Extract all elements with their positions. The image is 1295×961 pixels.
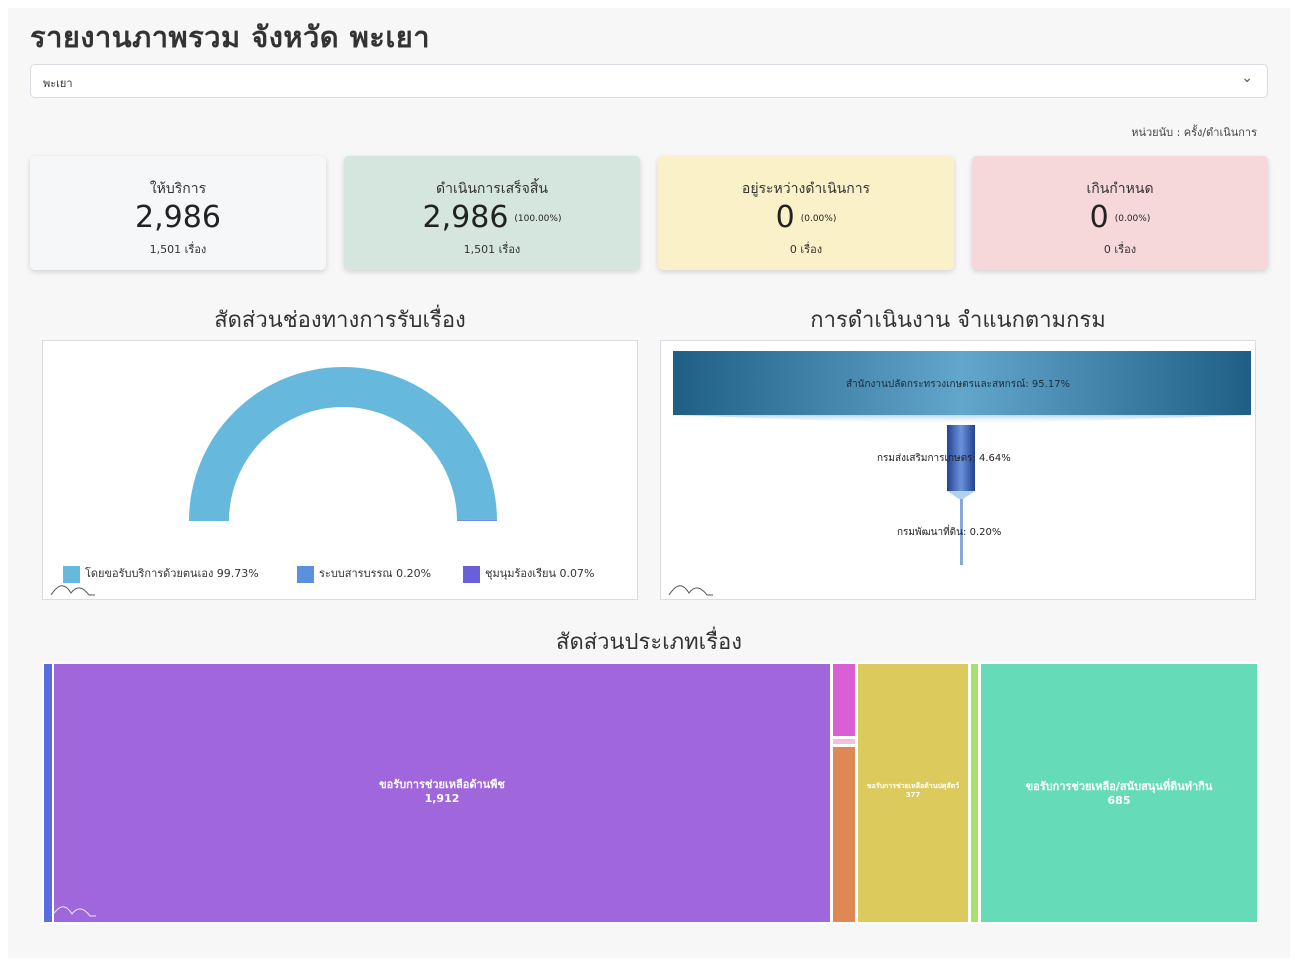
card-label: ดำเนินการเสร็จสิ้น [436, 181, 548, 197]
legend-item[interactable]: ชุมนุมร้องเรียน 0.07% [463, 565, 594, 583]
funnel-label-2: กรมส่งเสริมการเกษตร: 4.64% [877, 453, 1011, 464]
card-label: เกินกำหนด [1086, 181, 1154, 197]
page-title: รายงานภาพรวม จังหวัด พะเยา [30, 20, 431, 54]
card-overdue: เกินกำหนด 0 (0.00%) 0 เรื่อง [972, 156, 1268, 270]
legend-item[interactable]: ระบบสารบรรณ 0.20% [297, 565, 431, 583]
channel-chart-title: สัดส่วนช่องทางการรับเรื่อง [214, 308, 466, 333]
province-select-value: พะเยา [43, 77, 73, 90]
chart-logo-icon [51, 906, 96, 917]
chevron-down-icon: ⌄ [1241, 70, 1253, 86]
card-value: 0 (0.00%) [775, 200, 837, 235]
card-percent: (0.00%) [1114, 213, 1151, 224]
card-label: ให้บริการ [149, 181, 207, 197]
legend-swatch [63, 565, 80, 583]
channel-chart-box: โดยขอรับบริการด้วยตนเอง 99.73% ระบบสารบร… [42, 340, 638, 600]
card-sub: 1,501 เรื่อง [463, 243, 521, 256]
card-service: ให้บริการ 2,986 1,501 เรื่อง [30, 156, 326, 270]
funnel-label-3: กรมพัฒนาที่ดิน: 0.20% [897, 527, 1002, 538]
card-completed: ดำเนินการเสร็จสิ้น 2,986 (100.00%) 1,501 … [344, 156, 640, 270]
treemap-tile-small-orange[interactable] [833, 747, 855, 922]
card-in-progress: อยู่ระหว่างดำเนินการ 0 (0.00%) 0 เรื่อง [658, 156, 954, 270]
channel-legend: โดยขอรับบริการด้วยตนเอง 99.73% ระบบสารบร… [63, 565, 623, 585]
treemap-tile-small-pink[interactable] [833, 664, 855, 736]
treemap-tile-small-light[interactable] [833, 739, 855, 744]
card-value: 0 (0.00%) [1089, 200, 1151, 235]
province-select[interactable]: พะเยา ⌄ [30, 64, 1268, 98]
chart-logo-icon [668, 585, 713, 596]
type-chart-title: สัดส่วนประเภทเรื่อง [556, 630, 742, 655]
card-value: 2,986 [135, 200, 221, 235]
channel-donut-chart [189, 367, 497, 521]
card-sub: 1,501 เรื่อง [149, 243, 207, 256]
treemap-label-land: ขอรับการช่วยเหลือ/สนับสนุนที่ดินทำกิน 68… [1025, 780, 1213, 807]
card-sub: 0 เรื่อง [789, 243, 823, 256]
legend-swatch [463, 565, 480, 583]
donut-slice-1[interactable] [189, 367, 497, 521]
treemap-label-livestock: ขอรับการช่วยเหลือด้านปศุสัตว์ 377 [866, 782, 960, 799]
department-chart-title: การดำเนินงาน จำแนกตามกรม [810, 308, 1106, 333]
chart-logo-icon [50, 585, 95, 596]
funnel-label-1: สำนักงานปลัดกระทรวงเกษตรและสหกรณ์: 95.17… [845, 379, 1071, 390]
unit-label: หน่วยนับ : ครั้ง/ดำเนินการ [1131, 126, 1257, 139]
treemap-tile-small-green[interactable] [971, 664, 978, 922]
card-sub: 0 เรื่อง [1103, 243, 1137, 256]
type-treemap-chart: ขอรับการช่วยเหลือด้านพืช 1,912 ขอรับการช… [42, 662, 1258, 924]
card-label: อยู่ระหว่างดำเนินการ [741, 181, 871, 197]
treemap-tile-sliver[interactable] [44, 664, 52, 922]
card-percent: (0.00%) [800, 213, 837, 224]
treemap-label-plants: ขอรับการช่วยเหลือด้านพืช 1,912 [379, 778, 505, 805]
department-chart-box: สำนักงานปลัดกระทรวงเกษตรและสหกรณ์: 95.17… [660, 340, 1256, 600]
card-value: 2,986 (100.00%) [422, 200, 562, 235]
legend-swatch [297, 565, 314, 583]
card-percent: (100.00%) [514, 213, 562, 224]
